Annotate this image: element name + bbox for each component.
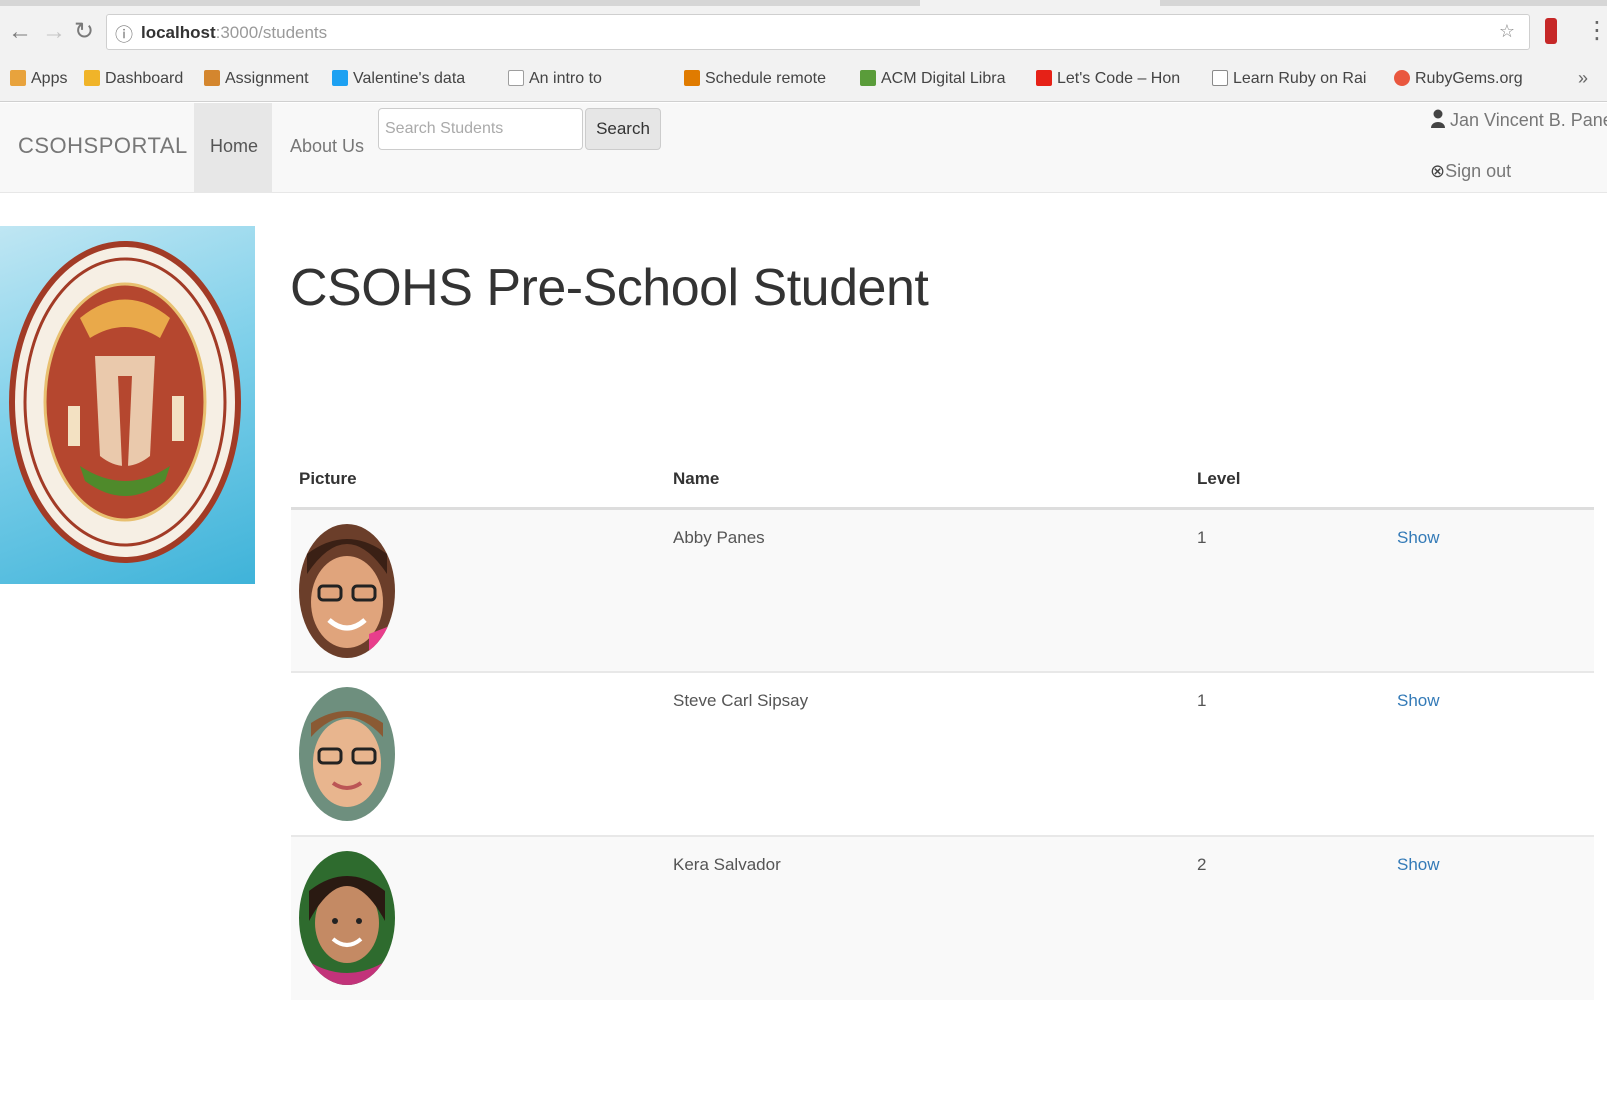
sign-out-icon: ⊗ <box>1430 161 1446 181</box>
student-level: 1 <box>1189 508 1389 672</box>
site-navbar: CSOHSPORTAL Home About Us Search Jan Vin… <box>0 103 1607 193</box>
back-icon[interactable]: ← <box>8 18 32 46</box>
sign-out-label: Sign out <box>1445 161 1512 181</box>
table-row: Kera Salvador 2 Show <box>291 835 1594 1000</box>
bookmark-assignment[interactable]: Assignment <box>204 70 309 88</box>
bookmark-acm[interactable]: ACM Digital Libra <box>860 70 1005 88</box>
bookmark-lets-code[interactable]: Let's Code – Hon <box>1036 70 1180 88</box>
student-photo-image <box>299 851 395 985</box>
bookmarks-bar: Apps Dashboard Assignment Valentine's da… <box>0 60 1607 102</box>
bookmark-schedule[interactable]: Schedule remote <box>684 70 826 88</box>
user-icon <box>1431 109 1445 128</box>
student-level: 1 <box>1189 671 1389 836</box>
rails-icon <box>1212 70 1228 86</box>
picture-cell <box>291 671 665 836</box>
active-tab[interactable] <box>920 0 1160 6</box>
address-bar[interactable]: ⓘ localhost:3000/students ☆ <box>106 14 1530 50</box>
action-cell: Show <box>1389 835 1594 1000</box>
page-icon <box>508 70 524 86</box>
student-name: Steve Carl Sipsay <box>665 671 1189 836</box>
sign-out-link[interactable]: ⊗Sign out <box>1430 161 1511 182</box>
nav-home[interactable]: Home <box>194 103 272 193</box>
show-link[interactable]: Show <box>1397 691 1440 710</box>
nav-home-label: Home <box>210 136 259 156</box>
header-name: Name <box>665 452 1189 510</box>
forward-icon[interactable]: → <box>42 18 66 46</box>
students-table: Picture Name Level Abby Panes 1 Show Ste… <box>291 452 1594 1000</box>
bookmark-star-icon[interactable]: ☆ <box>1499 21 1515 42</box>
browser-menu-icon[interactable]: ⋮ <box>1585 16 1607 45</box>
student-photo-image <box>299 523 395 658</box>
header-picture: Picture <box>291 452 665 510</box>
tab-strip <box>0 0 1607 6</box>
bookmarks-overflow-icon[interactable]: » <box>1578 68 1588 89</box>
user-name: Jan Vincent B. Panes <box>1450 110 1607 130</box>
nav-about-us[interactable]: About Us <box>290 136 364 157</box>
table-row: Steve Carl Sipsay 1 Show <box>291 671 1594 836</box>
info-icon[interactable]: ⓘ <box>115 21 133 47</box>
table-row: Abby Panes 1 Show <box>291 508 1594 672</box>
browser-toolbar: ← → ↻ ⓘ localhost:3000/students ☆ ⋮ <box>0 0 1607 60</box>
acm-icon <box>860 70 876 86</box>
dashboard-icon <box>84 70 100 86</box>
student-photo-image <box>299 687 395 821</box>
brand-link[interactable]: CSOHSPORTAL <box>18 133 188 159</box>
picture-cell <box>291 508 665 672</box>
url-text: localhost:3000/students <box>141 23 328 42</box>
rubygems-icon <box>1394 70 1410 86</box>
school-seal-icon <box>9 241 241 563</box>
apps-grid-icon <box>10 70 26 86</box>
reload-icon[interactable]: ↻ <box>74 18 94 46</box>
twitter-icon <box>332 70 348 86</box>
youtube-icon <box>1036 70 1052 86</box>
action-cell: Show <box>1389 671 1594 836</box>
student-photo <box>299 687 395 821</box>
school-logo <box>0 226 255 584</box>
bookmark-rails[interactable]: Learn Ruby on Rai <box>1212 70 1366 88</box>
show-link[interactable]: Show <box>1397 855 1440 874</box>
bookmark-intro[interactable]: An intro to <box>508 70 602 88</box>
header-level: Level <box>1189 452 1389 510</box>
bookmark-rubygems[interactable]: RubyGems.org <box>1394 70 1523 88</box>
assignment-icon <box>204 70 220 86</box>
action-cell: Show <box>1389 508 1594 672</box>
bookmark-dashboard[interactable]: Dashboard <box>84 70 183 88</box>
search-input[interactable] <box>378 108 583 150</box>
page-title: CSOHS Pre-School Student <box>290 259 929 317</box>
picture-cell <box>291 835 665 1000</box>
table-header-row: Picture Name Level <box>291 452 1594 510</box>
student-name: Kera Salvador <box>665 835 1189 1000</box>
header-actions <box>1389 452 1594 510</box>
bookmark-valentines[interactable]: Valentine's data <box>332 70 465 88</box>
user-menu[interactable]: Jan Vincent B. Panes <box>1430 109 1607 131</box>
bookmark-apps[interactable]: Apps <box>10 70 67 88</box>
student-level: 2 <box>1189 835 1389 1000</box>
student-name: Abby Panes <box>665 508 1189 672</box>
student-photo <box>299 523 395 658</box>
extension-icon[interactable] <box>1545 18 1557 44</box>
schedule-icon <box>684 70 700 86</box>
show-link[interactable]: Show <box>1397 528 1440 547</box>
student-photo <box>299 851 395 985</box>
search-button[interactable]: Search <box>585 108 661 150</box>
